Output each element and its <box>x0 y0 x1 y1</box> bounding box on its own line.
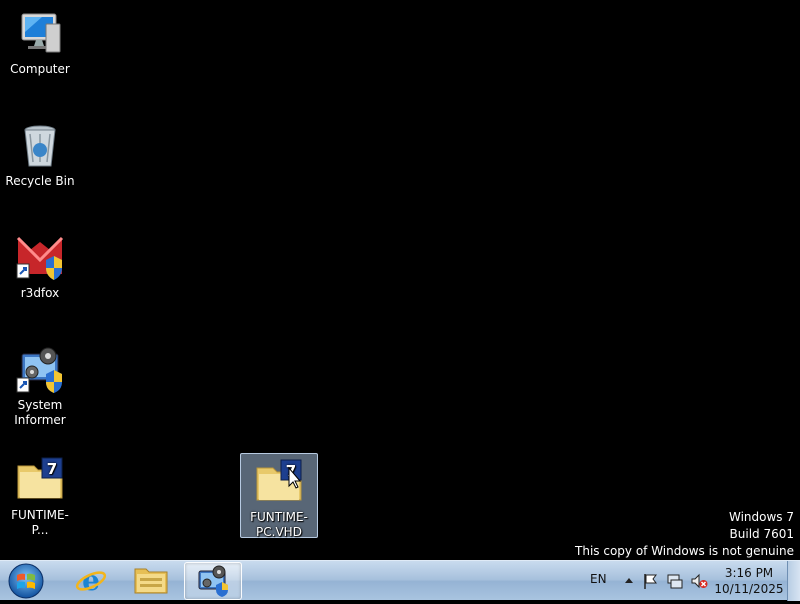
taskbar: e EN 3:16 PM 10/11/2025 <box>0 560 800 601</box>
ie-icon: e <box>75 564 107 596</box>
desktop-icon-recycle-bin[interactable]: Recycle Bin <box>1 118 79 189</box>
desktop-icon-computer[interactable]: Computer <box>1 6 79 77</box>
start-button[interactable] <box>4 562 48 600</box>
desktop[interactable]: Computer Recycle Bin r3dfox System Infor… <box>0 0 800 560</box>
desktop-icon-label: FUNTIME-PC.VHD <box>250 510 308 539</box>
desktop-icon-label: System Informer <box>14 398 66 427</box>
taskbar-explorer-button[interactable] <box>123 562 179 598</box>
desktop-icon-funtime-pc-vhd[interactable]: 7 FUNTIME-PC.VHD <box>240 453 318 539</box>
windows-start-orb-icon <box>8 563 44 599</box>
svg-text:e: e <box>82 564 100 596</box>
desktop-icon-label: r3dfox <box>20 286 60 300</box>
watermark-genuine: This copy of Windows is not genuine <box>575 544 794 558</box>
taskbar-ie-button[interactable]: e <box>63 562 119 598</box>
watermark-build: Build 7601 <box>729 527 794 541</box>
system-informer-icon <box>198 565 228 597</box>
vhd-folder-icon: 7 <box>255 458 303 506</box>
desktop-icon-system-informer[interactable]: System Informer <box>1 342 79 428</box>
system-informer-icon <box>16 346 64 394</box>
language-indicator[interactable]: EN <box>590 572 607 586</box>
desktop-icon-funtime-vhd[interactable]: 7 FUNTIME-P... <box>1 452 79 538</box>
genuine-watermark: Windows 7 Build 7601 This copy of Window… <box>575 509 794 560</box>
action-center-flag-icon[interactable] <box>642 572 660 590</box>
computer-icon <box>16 10 64 58</box>
desktop-icon-r3dfox[interactable]: r3dfox <box>1 230 79 301</box>
show-hidden-arrow-icon[interactable] <box>620 572 638 590</box>
recycle-bin-icon <box>16 122 64 170</box>
show-desktop-button[interactable] <box>787 561 800 601</box>
desktop-icon-label: Recycle Bin <box>5 174 75 188</box>
clock[interactable]: 3:16 PM 10/11/2025 <box>710 565 788 597</box>
r3dfox-icon <box>16 234 64 282</box>
desktop-icon-label: FUNTIME-P... <box>11 508 69 537</box>
vhd-folder-icon: 7 <box>16 456 64 504</box>
network-icon[interactable] <box>666 572 684 590</box>
volume-muted-icon[interactable] <box>690 572 708 590</box>
clock-date: 10/11/2025 <box>714 582 784 596</box>
desktop-icon-label: Computer <box>10 62 70 76</box>
taskbar-system-informer-button[interactable] <box>184 562 242 600</box>
svg-text:7: 7 <box>47 460 57 478</box>
explorer-folder-icon <box>134 568 168 594</box>
watermark-os: Windows 7 <box>728 510 794 524</box>
clock-time: 3:16 PM <box>724 566 774 580</box>
